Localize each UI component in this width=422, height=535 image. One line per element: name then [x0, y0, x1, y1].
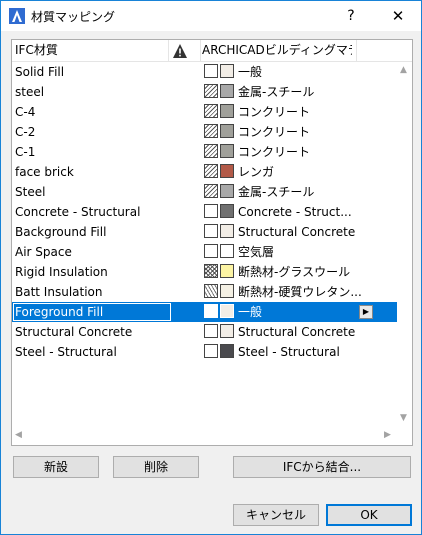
column-header-warning[interactable] [170, 40, 198, 61]
title-bar: 材質マッピング ? ✕ [1, 1, 421, 31]
fill-pattern-swatch [204, 84, 218, 98]
archicad-material-name[interactable]: コンクリート [238, 102, 388, 122]
warning-icon [173, 44, 187, 58]
table-row[interactable]: Solid Fill 一般 [12, 62, 397, 82]
table-row[interactable]: Concrete - Structural Concrete - Struct..… [12, 202, 397, 222]
archicad-material-name[interactable]: コンクリート [238, 142, 388, 162]
mapping-table: IFC材質 ARCHICADビルディングマテ... Solid Fill一般st… [11, 39, 413, 446]
surface-color-swatch [220, 224, 234, 238]
surface-color-swatch [220, 244, 234, 258]
archicad-material-name[interactable]: レンガ [238, 162, 388, 182]
fill-pattern-swatch [204, 284, 218, 298]
table-body: Solid Fill 一般 steel 金属-スチール C-4 コンクリート C-2 コンクリ… [12, 62, 397, 362]
scroll-up-icon[interactable]: ▲ [400, 65, 407, 75]
archicad-material-name[interactable]: Steel - Structural [238, 342, 388, 362]
table-row[interactable]: Foreground Fill 一般 ▶ [12, 302, 397, 322]
merge-from-ifc-button[interactable]: IFCから結合... [233, 456, 411, 478]
fill-pattern-swatch [204, 344, 218, 358]
ok-button[interactable]: OK [326, 504, 412, 526]
fill-pattern-swatch [204, 104, 218, 118]
column-header-ifc[interactable]: IFC材質 [15, 40, 165, 61]
surface-color-swatch [220, 84, 234, 98]
fill-pattern-swatch [204, 224, 218, 238]
fill-pattern-swatch [204, 184, 218, 198]
surface-color-swatch [220, 184, 234, 198]
table-row[interactable]: Background Fill Structural Concrete [12, 222, 397, 242]
table-row[interactable]: Batt Insulation 断熱材-硬質ウレタン... [12, 282, 397, 302]
ifc-material-name: Air Space [15, 245, 72, 259]
table-row[interactable]: C-4 コンクリート [12, 102, 397, 122]
material-mapping-dialog: 材質マッピング ? ✕ IFC材質 ARCHICADビルディングマテ... So… [0, 0, 422, 535]
help-button[interactable]: ? [339, 5, 363, 27]
fill-pattern-swatch [204, 124, 218, 138]
ifc-material-name: Background Fill [15, 225, 107, 239]
fill-pattern-swatch [204, 204, 218, 218]
delete-button[interactable]: 削除 [113, 456, 199, 478]
surface-color-swatch [220, 344, 234, 358]
archicad-material-name[interactable]: 金属-スチール [238, 82, 388, 102]
vertical-scrollbar[interactable]: ▲ ▼ [397, 62, 412, 444]
archicad-material-name[interactable]: 金属-スチール [238, 182, 388, 202]
surface-color-swatch [220, 164, 234, 178]
archicad-material-name[interactable]: Structural Concrete [238, 222, 388, 242]
table-row[interactable]: Air Space 空気層 [12, 242, 397, 262]
ifc-material-name: Batt Insulation [15, 285, 103, 299]
surface-color-swatch [220, 64, 234, 78]
table-header: IFC材質 ARCHICADビルディングマテ... [12, 40, 412, 62]
archicad-material-name[interactable]: Concrete - Struct... [238, 202, 388, 222]
ifc-material-name[interactable]: Foreground Fill [13, 303, 171, 321]
fill-pattern-swatch [204, 144, 218, 158]
ifc-material-name: C-2 [15, 125, 36, 139]
table-row[interactable]: face brick レンガ [12, 162, 397, 182]
surface-color-swatch [220, 324, 234, 338]
surface-color-swatch [220, 124, 234, 138]
surface-color-swatch [220, 144, 234, 158]
table-row[interactable]: Structural Concrete Structural Concrete [12, 322, 397, 342]
archicad-material-name[interactable]: 断熱材-硬質ウレタン... [238, 282, 388, 302]
material-picker-arrow-icon[interactable]: ▶ [359, 305, 373, 319]
table-row[interactable]: C-2 コンクリート [12, 122, 397, 142]
ifc-material-name: Steel [15, 185, 46, 199]
archicad-app-icon [9, 8, 25, 24]
ifc-material-name: C-1 [15, 145, 36, 159]
new-button[interactable]: 新設 [13, 456, 99, 478]
surface-color-swatch [220, 304, 234, 318]
table-row[interactable]: Rigid Insulation 断熱材-グラスウール [12, 262, 397, 282]
ifc-material-name: Concrete - Structural [15, 205, 141, 219]
cancel-button[interactable]: キャンセル [233, 504, 319, 526]
ifc-material-name: Rigid Insulation [15, 265, 108, 279]
ifc-material-name: Steel - Structural [15, 345, 117, 359]
column-header-archicad[interactable]: ARCHICADビルディングマテ... [202, 40, 352, 61]
scroll-down-icon[interactable]: ▼ [400, 413, 407, 423]
fill-pattern-swatch [204, 244, 218, 258]
fill-pattern-swatch [204, 64, 218, 78]
horizontal-scrollbar[interactable]: ◀ ▶ [12, 428, 397, 444]
dialog-title: 材質マッピング [31, 10, 116, 24]
table-row[interactable]: C-1 コンクリート [12, 142, 397, 162]
archicad-material-name[interactable]: コンクリート [238, 122, 388, 142]
table-row[interactable]: steel 金属-スチール [12, 82, 397, 102]
ifc-material-name: steel [15, 85, 45, 99]
surface-color-swatch [220, 284, 234, 298]
surface-color-swatch [220, 204, 234, 218]
close-button[interactable]: ✕ [386, 5, 410, 27]
archicad-material-name[interactable]: 空気層 [238, 242, 388, 262]
scroll-right-icon[interactable]: ▶ [384, 430, 391, 440]
fill-pattern-swatch [204, 164, 218, 178]
archicad-material-name[interactable]: Structural Concrete [238, 322, 388, 342]
table-row[interactable]: Steel - Structural Steel - Structural [12, 342, 397, 362]
ifc-material-name: Solid Fill [15, 65, 65, 79]
fill-pattern-swatch [204, 304, 218, 318]
fill-pattern-swatch [204, 264, 218, 278]
ifc-material-name: Structural Concrete [15, 325, 133, 339]
archicad-material-name[interactable]: 一般 [238, 62, 388, 82]
surface-color-swatch [220, 264, 234, 278]
table-row[interactable]: Steel 金属-スチール [12, 182, 397, 202]
ifc-material-name: C-4 [15, 105, 36, 119]
scroll-left-icon[interactable]: ◀ [15, 430, 22, 440]
fill-pattern-swatch [204, 324, 218, 338]
archicad-material-name[interactable]: 断熱材-グラスウール [238, 262, 388, 282]
ifc-material-name: face brick [15, 165, 74, 179]
surface-color-swatch [220, 104, 234, 118]
